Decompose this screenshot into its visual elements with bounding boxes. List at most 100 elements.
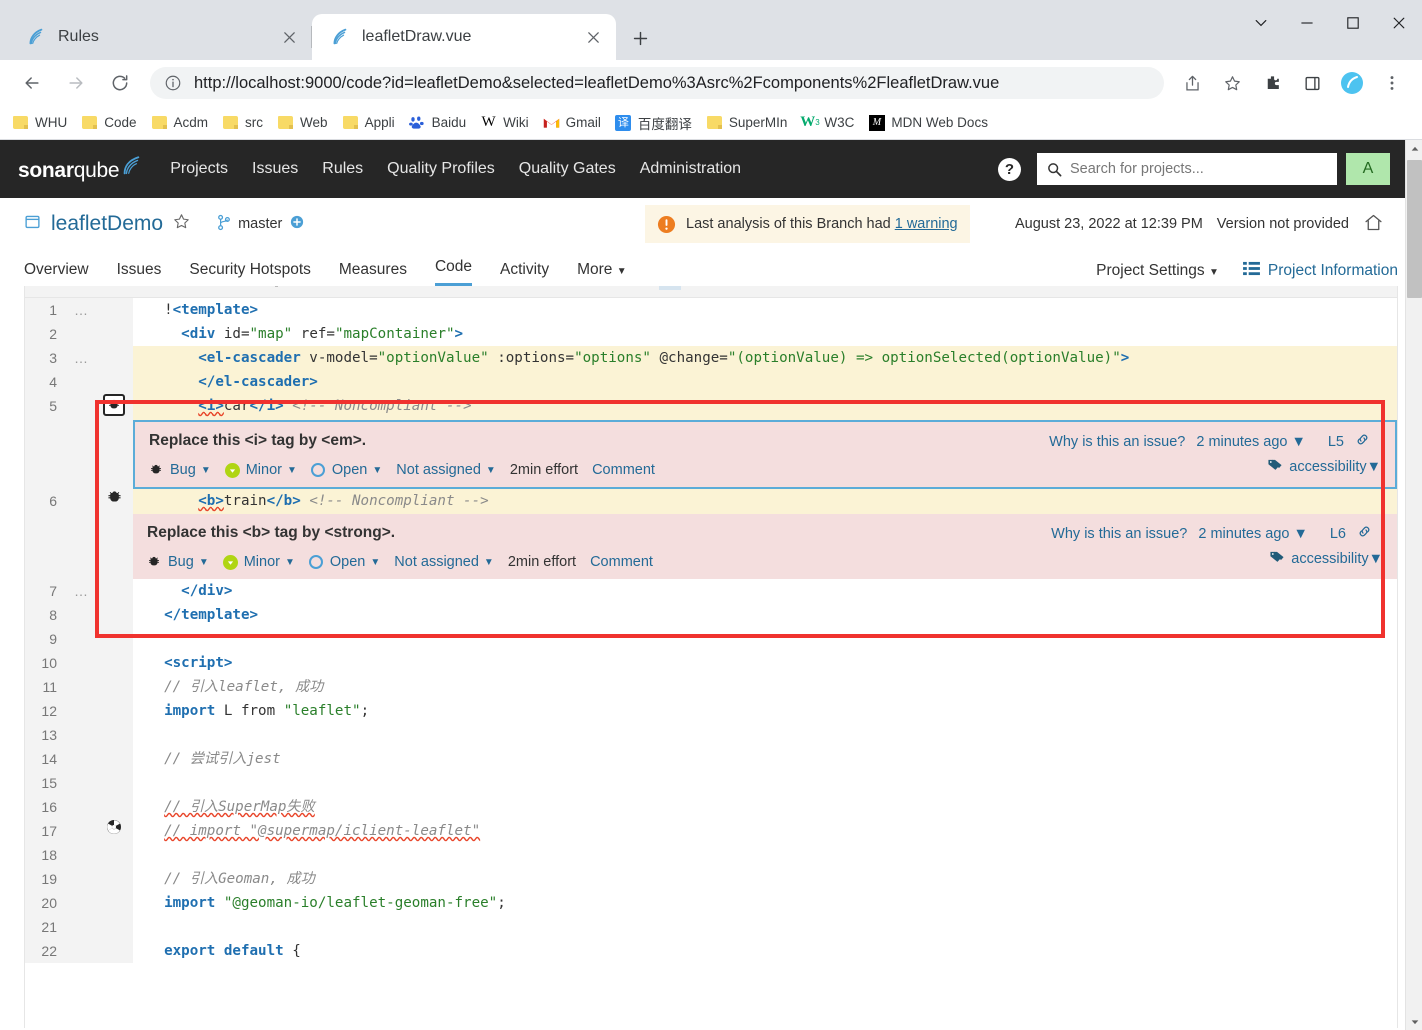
maximize-button[interactable] (1330, 0, 1376, 46)
tab-security-hotspots[interactable]: Security Hotspots (189, 261, 310, 286)
issue-card[interactable]: Replace this <i> tag by <em>. Why is this… (133, 420, 1397, 489)
line-number[interactable]: 6 (25, 489, 67, 514)
warning-count-link[interactable]: 1 warning (895, 216, 958, 232)
bookmark-appli[interactable]: Appli (342, 114, 395, 131)
line-number[interactable]: 17 (25, 819, 67, 843)
line-number[interactable]: 20 (25, 891, 67, 915)
nav-item-rules[interactable]: Rules (322, 160, 363, 178)
line-number[interactable]: 8 (25, 603, 67, 627)
extensions-icon[interactable] (1255, 66, 1289, 100)
search-input[interactable]: Search for projects... (1037, 153, 1337, 185)
nav-item-quality-gates[interactable]: Quality Gates (519, 160, 616, 178)
line-number[interactable]: 15 (25, 771, 67, 795)
project-settings-menu[interactable]: Project Settings ▼ (1096, 262, 1219, 280)
line-number[interactable]: 7 (25, 579, 67, 603)
tab-overview[interactable]: Overview (24, 261, 89, 286)
bookmark-star-icon[interactable] (1215, 66, 1249, 100)
bug-issue-marker[interactable] (95, 489, 133, 514)
permalink-icon[interactable] (1355, 432, 1370, 451)
close-icon[interactable] (278, 26, 300, 48)
bookmark-supermin[interactable]: SuperMIn (706, 114, 787, 131)
scroll-down-arrow[interactable] (1406, 1013, 1422, 1030)
bookmark-web[interactable]: Web (277, 114, 328, 131)
browser-tab-rules[interactable]: Rules (8, 14, 312, 60)
line-number[interactable]: 11 (25, 675, 67, 699)
back-button[interactable] (14, 65, 50, 101)
issue-age[interactable]: 2 minutes ago ▼ (1198, 526, 1318, 542)
new-tab-button[interactable] (622, 20, 658, 56)
issue-tags-selector[interactable]: accessibility ▼ (1267, 458, 1381, 476)
sonarqube-logo[interactable]: sonar qube (18, 155, 142, 183)
nav-item-issues[interactable]: Issues (252, 160, 298, 178)
line-number[interactable]: 18 (25, 843, 67, 867)
tab-measures[interactable]: Measures (339, 261, 407, 286)
bookmark-w3c[interactable]: W 3 W3C (800, 114, 854, 131)
bookmark-gmail[interactable]: Gmail (543, 114, 601, 131)
browser-tab-leafletdraw[interactable]: leafletDraw.vue (312, 14, 616, 60)
issue-line-ref[interactable]: L6 (1330, 526, 1346, 542)
branch-selector[interactable]: master (217, 214, 304, 235)
line-number[interactable]: 13 (25, 723, 67, 747)
add-branch-icon[interactable] (290, 215, 304, 233)
project-name[interactable]: leafletDemo (51, 212, 163, 236)
line-number[interactable]: 19 (25, 867, 67, 891)
scrollbar-thumb[interactable] (1407, 160, 1422, 298)
bookmark-baidu-fanyi[interactable]: 译百度翻译 (615, 113, 692, 133)
chevron-down-icon[interactable] (1238, 0, 1284, 46)
bookmark-baidu[interactable]: Baidu (409, 114, 466, 131)
line-number[interactable]: 22 (25, 939, 67, 963)
issue-type-selector[interactable]: Bug ▼ (147, 554, 209, 570)
issue-age[interactable]: 2 minutes ago ▼ (1196, 434, 1316, 450)
issue-line-ref[interactable]: L5 (1328, 434, 1344, 450)
line-number[interactable]: 21 (25, 915, 67, 939)
line-number[interactable]: 2 (25, 322, 67, 346)
permalink-icon[interactable] (1357, 524, 1372, 543)
bookmark-src[interactable]: src (222, 114, 263, 131)
sidepanel-icon[interactable] (1295, 66, 1329, 100)
bookmark-whu[interactable]: WHU (12, 114, 67, 131)
tab-more[interactable]: More ▼ (577, 261, 627, 286)
line-number[interactable]: 10 (25, 651, 67, 675)
page-scrollbar[interactable] (1405, 140, 1422, 1030)
why-is-this-an-issue-link[interactable]: Why is this an issue? (1051, 526, 1187, 542)
code-viewer[interactable]: 1… !<template> 2 <div id="map" ref="mapCo… (24, 286, 1398, 1028)
nav-item-quality-profiles[interactable]: Quality Profiles (387, 160, 495, 178)
issue-card[interactable]: Replace this <b> tag by <strong>. Why is … (133, 514, 1397, 579)
bookmark-wiki[interactable]: W Wiki (480, 114, 529, 131)
issue-tags-selector[interactable]: accessibility ▼ (1269, 550, 1383, 568)
issue-severity-selector[interactable]: Minor ▼ (222, 554, 295, 570)
line-number[interactable]: 4 (25, 370, 67, 394)
forward-button[interactable] (58, 65, 94, 101)
bug-issue-marker-selected[interactable] (95, 394, 133, 420)
minimize-button[interactable] (1284, 0, 1330, 46)
issue-status-selector[interactable]: Open ▼ (310, 462, 382, 478)
tab-issues[interactable]: Issues (117, 261, 162, 286)
avatar[interactable]: A (1346, 153, 1390, 185)
bookmark-code[interactable]: Code (81, 114, 137, 131)
project-information-link[interactable]: Project Information (1242, 261, 1398, 281)
code-smell-marker[interactable] (95, 819, 133, 843)
nav-item-projects[interactable]: Projects (170, 160, 228, 178)
line-number[interactable]: 3 (25, 346, 67, 370)
issue-severity-selector[interactable]: Minor ▼ (224, 462, 297, 478)
bookmark-acdm[interactable]: Acdm (151, 114, 208, 131)
issue-comment-button[interactable]: Comment (590, 554, 653, 570)
line-number[interactable]: 14 (25, 747, 67, 771)
close-icon[interactable] (582, 26, 604, 48)
issue-type-selector[interactable]: Bug ▼ (149, 462, 211, 478)
chrome-menu-icon[interactable] (1375, 66, 1409, 100)
address-bar[interactable]: http://localhost:9000/code?id=leafletDem… (150, 67, 1164, 99)
reload-button[interactable] (102, 65, 138, 101)
bookmark-mdn[interactable]: M MDN Web Docs (868, 114, 988, 131)
share-icon[interactable] (1175, 66, 1209, 100)
issue-assignee-selector[interactable]: Not assigned ▼ (394, 554, 494, 570)
line-number[interactable]: 12 (25, 699, 67, 723)
scroll-up-arrow[interactable] (1406, 140, 1422, 157)
line-number[interactable]: 5 (25, 394, 67, 420)
close-window-button[interactable] (1376, 0, 1422, 46)
nav-item-administration[interactable]: Administration (640, 160, 741, 178)
issue-assignee-selector[interactable]: Not assigned ▼ (396, 462, 496, 478)
site-info-icon[interactable] (164, 74, 182, 92)
help-icon[interactable]: ? (998, 157, 1021, 181)
issue-status-selector[interactable]: Open ▼ (308, 554, 380, 570)
